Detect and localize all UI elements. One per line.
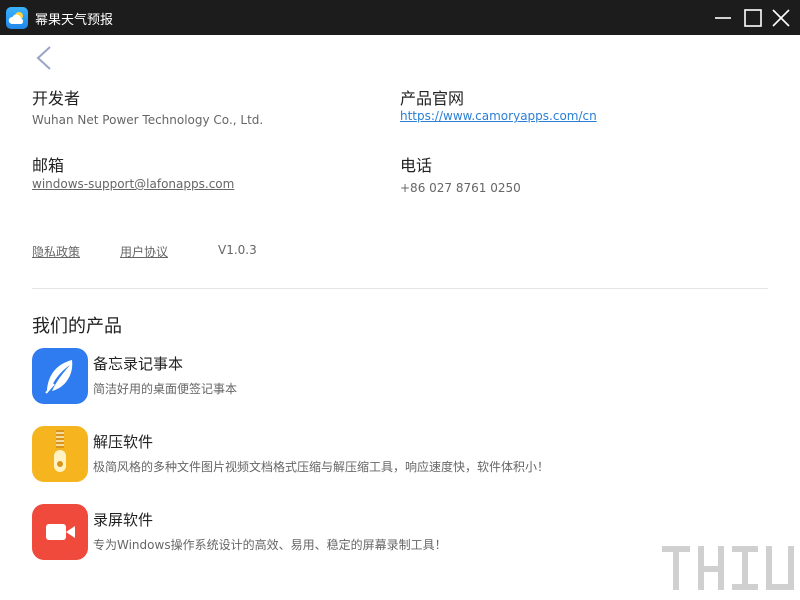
products-section-title: 我们的产品 — [32, 316, 122, 337]
developer-value: Wuhan Net Power Technology Co., Ltd. — [32, 113, 264, 127]
title-bar: 幂果天气预报 — [0, 0, 800, 35]
website-label: 产品官网 — [400, 89, 465, 108]
zipper-icon — [32, 426, 88, 482]
maximize-button[interactable] — [741, 6, 765, 30]
phone-label: 电话 — [400, 156, 433, 175]
close-icon — [772, 9, 790, 27]
minimize-button[interactable] — [711, 6, 735, 30]
user-agreement-link[interactable]: 用户协议 — [120, 243, 168, 260]
chevron-left-icon — [36, 46, 51, 70]
feather-icon — [32, 348, 88, 404]
weather-cloud-icon — [6, 7, 28, 29]
product-name: 录屏软件 — [93, 511, 154, 529]
email-label: 邮箱 — [32, 156, 65, 175]
maximize-icon — [744, 9, 762, 27]
minimize-icon — [715, 17, 731, 19]
privacy-policy-link[interactable]: 隐私政策 — [32, 243, 80, 260]
product-description: 专为Windows操作系统设计的高效、易用、稳定的屏幕录制工具！ — [93, 538, 447, 552]
product-description: 简洁好用的桌面便签记事本 — [93, 382, 238, 396]
email-link[interactable]: windows-support@lafonapps.com — [32, 177, 234, 191]
version-label: V1.0.3 — [218, 243, 257, 257]
website-link[interactable]: https://www.camoryapps.com/cn — [400, 109, 597, 123]
product-description: 极简风格的多种文件图片视频文档格式压缩与解压缩工具，响应速度快，软件体积小！ — [93, 460, 550, 474]
phone-value: +86 027 8761 0250 — [400, 181, 521, 195]
product-item-zip[interactable]: 解压软件 极简风格的多种文件图片视频文档格式压缩与解压缩工具，响应速度快，软件体… — [32, 426, 732, 486]
window-title: 幂果天气预报 — [35, 13, 114, 28]
back-button[interactable] — [32, 44, 56, 72]
product-item-record[interactable]: 录屏软件 专为Windows操作系统设计的高效、易用、稳定的屏幕录制工具！ — [32, 504, 732, 564]
product-name: 备忘录记事本 — [93, 355, 184, 373]
product-name: 解压软件 — [93, 433, 154, 451]
watermark-logo — [658, 540, 798, 598]
divider — [32, 288, 768, 289]
close-button[interactable] — [769, 6, 793, 30]
video-camera-icon — [32, 504, 88, 560]
product-item-memo[interactable]: 备忘录记事本 简洁好用的桌面便签记事本 — [32, 348, 732, 408]
developer-label: 开发者 — [32, 89, 81, 108]
